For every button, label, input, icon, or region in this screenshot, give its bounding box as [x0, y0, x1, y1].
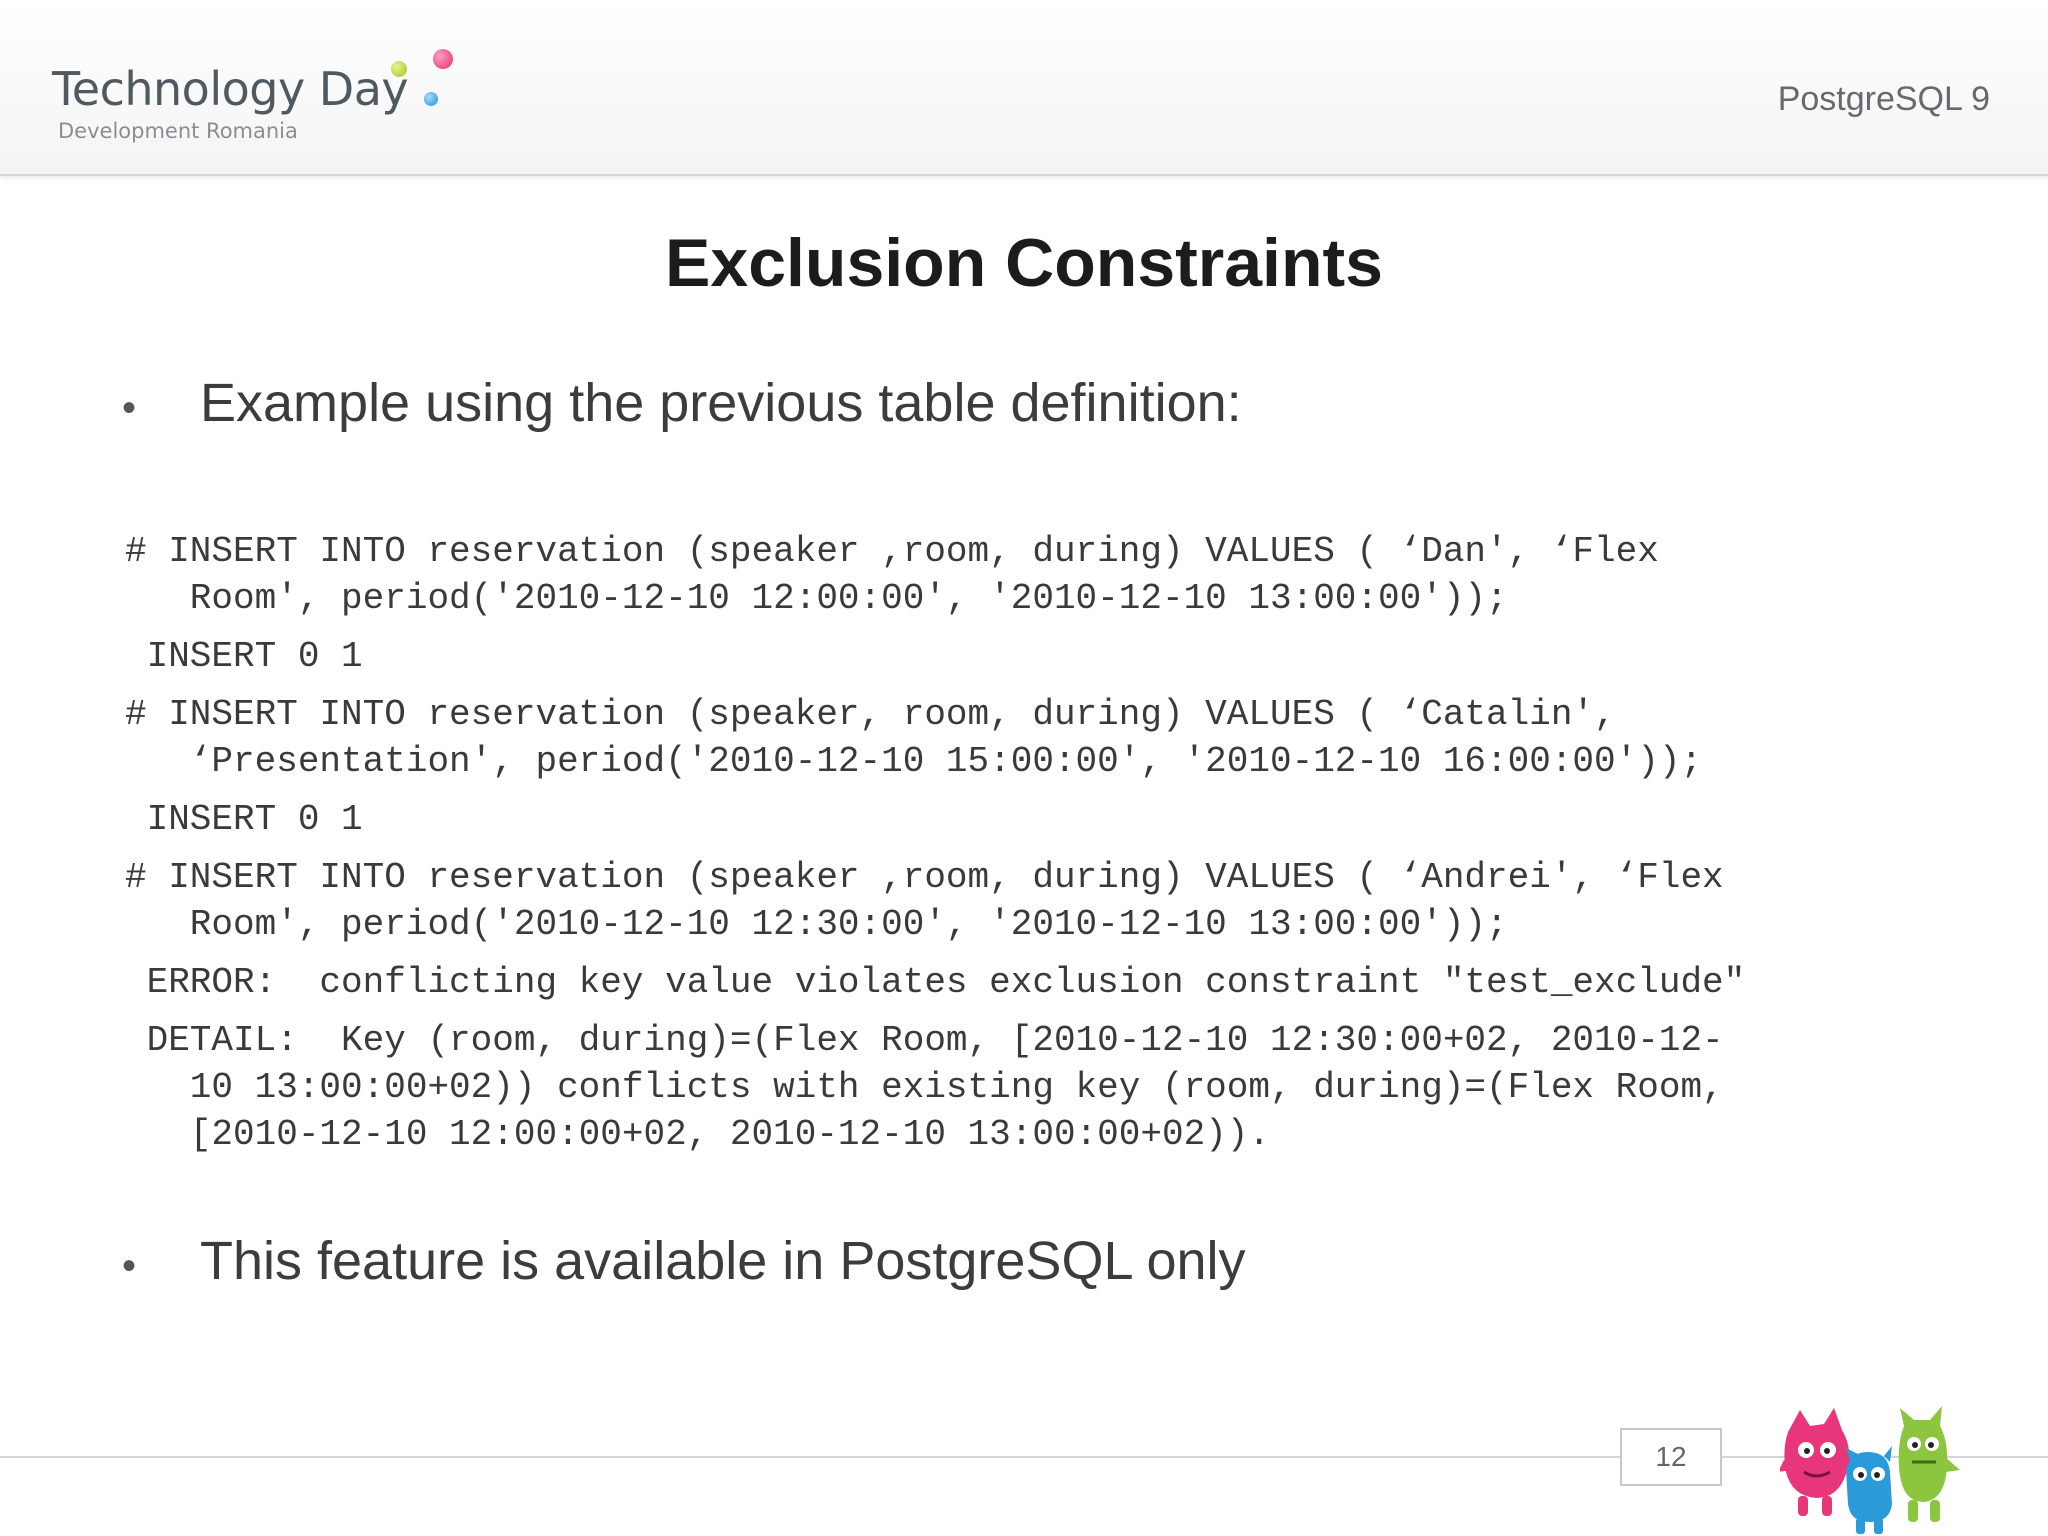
slide-title: Exclusion Constraints: [665, 225, 1383, 301]
code-line: [2010-12-10 12:00:00+02, 2010-12-10 13:0…: [125, 1114, 1270, 1155]
logo-subtitle: Development Romania: [58, 119, 298, 143]
code-line: # INSERT INTO reservation (speaker ,room…: [125, 857, 1724, 898]
bullet-text: This feature is available in PostgreSQL …: [200, 1231, 1246, 1291]
code-line: Room', period('2010-12-10 12:00:00', '20…: [125, 578, 1508, 619]
code-line: ‘Presentation', period('2010-12-10 15:00…: [125, 741, 1703, 782]
code-line: INSERT 0 1: [125, 799, 363, 840]
technology-day-logo: Technology Day Development Romania: [0, 20, 470, 160]
bullet-text: Example using the previous table definit…: [200, 373, 1242, 433]
code-line: Room', period('2010-12-10 12:30:00', '20…: [125, 904, 1508, 945]
logo-title: Technology Day: [52, 62, 409, 116]
code-line: ERROR: conflicting key value violates ex…: [125, 962, 1746, 1003]
header-topic: PostgreSQL 9: [1777, 80, 1990, 118]
mascots-image: [1780, 1406, 1960, 1534]
logo-pink-dot-icon: [433, 49, 453, 69]
code-line: 10 13:00:00+02)) conflicts with existing…: [125, 1067, 1724, 1108]
bullet-item: • This feature is available in PostgreSQ…: [122, 1230, 1246, 1292]
slide-header: Technology Day Development Romania Postg…: [0, 0, 2048, 176]
page-number: 12: [1620, 1428, 1722, 1486]
blue-mascot-icon: [1846, 1446, 1892, 1534]
bullet-icon: •: [122, 386, 137, 430]
code-line: # INSERT INTO reservation (speaker, room…: [125, 694, 1616, 735]
logo-green-dot-icon: [391, 61, 407, 77]
code-block: # INSERT INTO reservation (speaker ,room…: [125, 528, 2025, 1158]
green-mascot-icon: [1898, 1406, 1960, 1522]
code-line: DETAIL: Key (room, during)=(Flex Room, […: [125, 1020, 1724, 1061]
bullet-icon: •: [122, 1244, 137, 1288]
code-line: # INSERT INTO reservation (speaker ,room…: [125, 531, 1659, 572]
logo-blue-dot-icon: [424, 92, 438, 106]
code-line: INSERT 0 1: [125, 636, 363, 677]
bullet-item: • Example using the previous table defin…: [122, 372, 1242, 434]
footer-divider: [0, 1456, 2048, 1458]
